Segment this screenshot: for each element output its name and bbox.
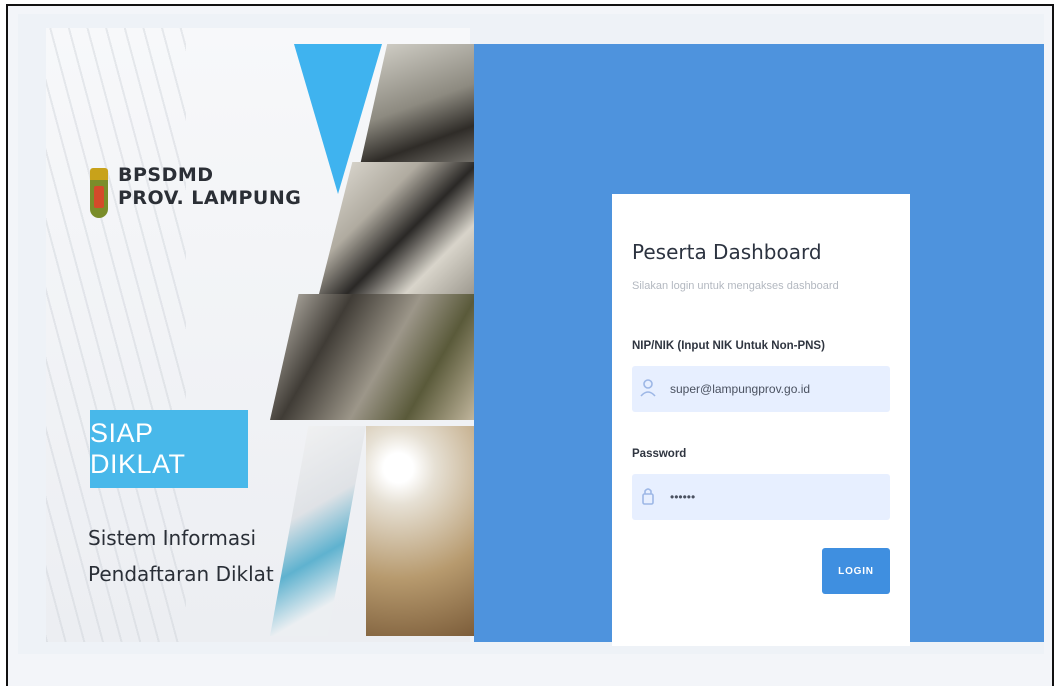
password-label: Password bbox=[632, 448, 687, 460]
nip-input[interactable] bbox=[662, 366, 890, 412]
tagline-line-2: Pendaftaran Diklat bbox=[88, 562, 274, 586]
login-subtitle: Silakan login untuk mengakses dashboard bbox=[632, 280, 839, 292]
nip-field[interactable] bbox=[632, 366, 890, 412]
password-field[interactable] bbox=[632, 474, 890, 520]
login-card: Peserta Dashboard Silakan login untuk me… bbox=[612, 194, 910, 646]
collage-photo bbox=[270, 294, 474, 420]
siap-diklat-badge: SIAP DIKLAT bbox=[90, 410, 248, 488]
password-input[interactable] bbox=[662, 474, 890, 520]
user-icon bbox=[636, 366, 662, 412]
nip-label: NIP/NIK (Input NIK Untuk Non-PNS) bbox=[632, 340, 825, 352]
login-button[interactable]: LOGIN bbox=[822, 548, 890, 594]
photo-collage bbox=[270, 44, 474, 644]
lock-icon bbox=[636, 474, 662, 520]
collage-photo bbox=[270, 426, 366, 636]
hero-tagline: Sistem Informasi Pendaftaran Diklat bbox=[88, 520, 274, 592]
collage-photo bbox=[366, 426, 474, 636]
login-title: Peserta Dashboard bbox=[632, 240, 822, 264]
lampung-crest-icon bbox=[88, 164, 110, 234]
tagline-line-1: Sistem Informasi bbox=[88, 526, 257, 550]
